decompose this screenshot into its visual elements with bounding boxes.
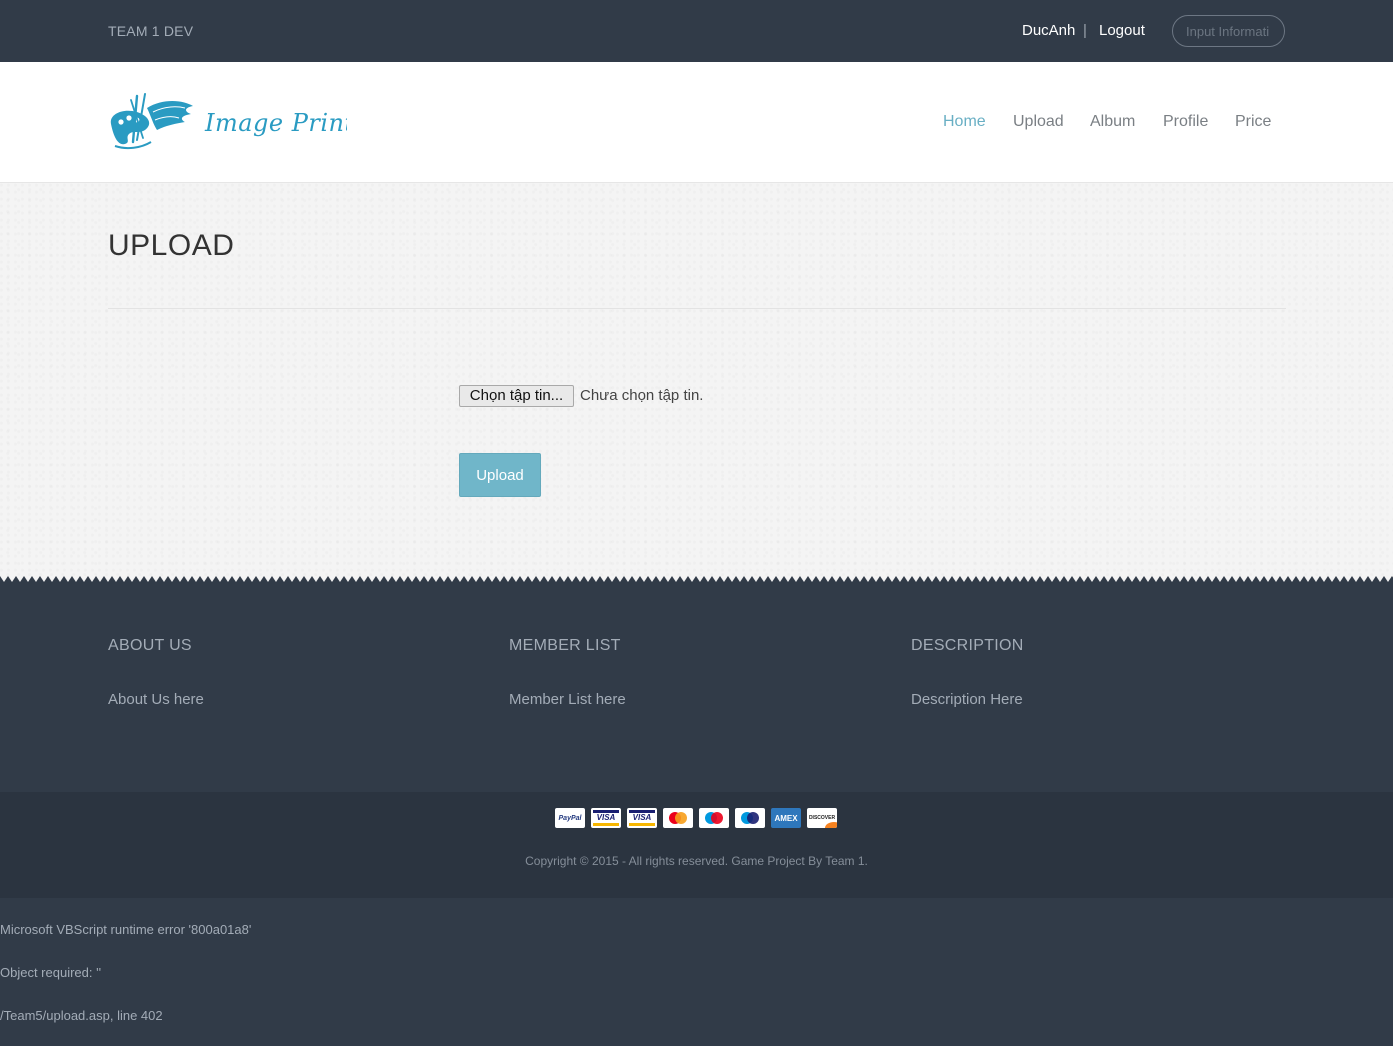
- error-message-location: /Team5/upload.asp, line 402: [0, 1008, 163, 1023]
- footer-text: Member List here: [509, 691, 626, 708]
- footer-member-list: MEMBER LIST Member List here: [509, 637, 626, 708]
- footer-heading: MEMBER LIST: [509, 637, 621, 654]
- svg-text:Image Printing: Image Printing: [204, 109, 347, 137]
- nav-profile[interactable]: Profile: [1163, 113, 1208, 131]
- paypal-icon: PayPal: [555, 808, 585, 828]
- upload-button[interactable]: Upload: [459, 453, 541, 497]
- logout-link[interactable]: Logout: [1099, 22, 1145, 39]
- footer-text: About Us here: [108, 691, 204, 708]
- copyright-text: Copyright © 2015 - All rights reserved. …: [525, 854, 868, 868]
- palette-brush-logo-icon: Image Printing: [110, 93, 394, 150]
- nav-price[interactable]: Price: [1235, 113, 1271, 131]
- file-status-text: Chưa chọn tập tin.: [580, 387, 704, 404]
- maestro-icon: [735, 808, 765, 828]
- username-link[interactable]: DucAnh: [1022, 22, 1075, 39]
- discover-icon: DISCOVER: [807, 808, 837, 828]
- team-name: TEAM 1 DEV: [108, 23, 194, 39]
- footer-heading: ABOUT US: [108, 637, 192, 654]
- site-logo[interactable]: Image Printing: [107, 90, 394, 154]
- bottom-bar: PayPal VISA VISA AMEX DISCOVER Copyright: [0, 792, 1393, 898]
- nav-album[interactable]: Album: [1090, 113, 1135, 131]
- user-separator: |: [1083, 22, 1087, 39]
- input-information-button[interactable]: Input Informati: [1172, 15, 1285, 47]
- site-footer: ABOUT US About Us here MEMBER LIST Membe…: [0, 584, 1393, 792]
- page-title: UPLOAD: [108, 229, 235, 262]
- footer-text: Description Here: [911, 691, 1023, 708]
- nav-upload[interactable]: Upload: [1013, 113, 1064, 131]
- error-message-title: Microsoft VBScript runtime error '800a01…: [0, 922, 252, 937]
- payment-icons: PayPal VISA VISA AMEX DISCOVER: [555, 808, 843, 829]
- footer-heading: DESCRIPTION: [911, 637, 1024, 654]
- choose-file-button[interactable]: Chọn tập tin...: [459, 385, 574, 407]
- site-header: Image Printing Home Upload Album Profile…: [0, 62, 1393, 183]
- visa-icon: VISA: [591, 808, 621, 828]
- mastercard-icon: [663, 808, 693, 828]
- footer-description: DESCRIPTION Description Here: [911, 637, 1024, 708]
- error-message-detail: Object required: '': [0, 965, 102, 980]
- maestro-icon: [699, 808, 729, 828]
- title-divider: [108, 308, 1286, 309]
- nav-home[interactable]: Home: [943, 113, 986, 131]
- main-content: UPLOAD Chọn tập tin... Chưa chọn tập tin…: [0, 183, 1393, 583]
- top-bar: TEAM 1 DEV DucAnh | Logout Input Informa…: [0, 0, 1393, 62]
- footer-about: ABOUT US About Us here: [108, 637, 204, 708]
- amex-icon: AMEX: [771, 808, 801, 828]
- visa-icon: VISA: [627, 808, 657, 828]
